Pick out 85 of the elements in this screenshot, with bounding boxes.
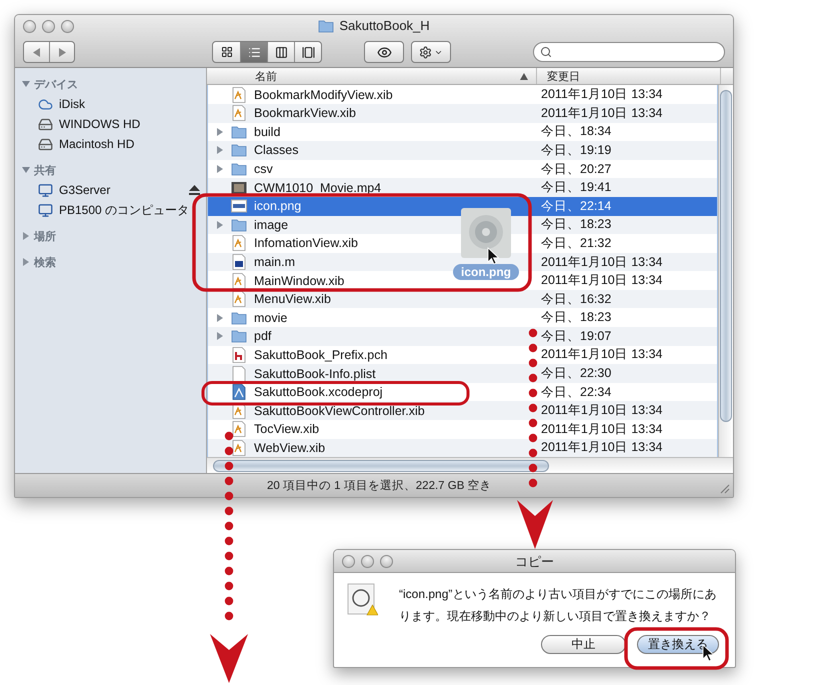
image-icon <box>231 199 247 214</box>
document-icon <box>232 86 246 103</box>
sidebar-item[interactable]: PB1500 のコンピュータ <box>15 200 206 220</box>
navigation-control[interactable] <box>23 41 75 63</box>
sidebar-item[interactable]: iDisk <box>15 94 206 114</box>
gear-icon <box>419 46 432 58</box>
window-control-button[interactable] <box>342 554 355 568</box>
header-file-icon <box>232 346 246 363</box>
window-control-button[interactable] <box>61 20 74 32</box>
file-row[interactable]: build 今日、18:34 <box>208 122 717 142</box>
drag-label: icon.png <box>453 264 519 280</box>
file-row[interactable]: Classes 今日、19:19 <box>208 141 717 160</box>
dialog-title: コピー <box>515 553 554 571</box>
blank-document-icon <box>232 366 246 382</box>
file-row[interactable]: SakuttoBook_Prefix.pch 2011年1月10日 13:34 <box>208 346 717 364</box>
sidebar-section[interactable]: デバイス <box>15 74 206 94</box>
disclosure-triangle-icon <box>216 314 224 322</box>
cover-flow-icon <box>302 46 314 58</box>
document-icon <box>232 105 246 122</box>
file-row[interactable]: CWM1010_Movie.mp4 今日、19:41 <box>208 178 717 197</box>
file-row[interactable]: SakuttoBook-Info.plist 今日、22:30 <box>208 364 717 383</box>
horizontal-scrollbar[interactable] <box>207 457 733 473</box>
disclosure-triangle-icon <box>22 232 30 240</box>
document-icon <box>232 440 246 456</box>
disclosure-triangle-icon <box>216 332 224 340</box>
sort-arrow-icon <box>520 72 528 80</box>
columns-icon <box>274 46 288 58</box>
forward-arrow-icon <box>58 48 66 56</box>
quick-look-button[interactable] <box>364 41 404 63</box>
grid-icon <box>220 46 232 58</box>
scroll-thumb[interactable] <box>213 460 549 472</box>
list-icon <box>248 46 260 58</box>
window-control-button[interactable] <box>380 554 393 568</box>
file-row[interactable]: SakuttoBook.xcodeproj 今日、22:34 <box>208 382 717 402</box>
folder-icon <box>231 310 247 325</box>
hard-drive-icon <box>38 116 53 132</box>
vertical-scrollbar[interactable] <box>718 85 733 458</box>
search-icon <box>540 46 552 58</box>
sidebar-item[interactable]: WINDOWS HD <box>15 114 206 134</box>
disclosure-triangle-icon <box>216 128 224 136</box>
film-icon <box>231 180 247 195</box>
dialog-button[interactable]: 中止 <box>541 635 626 654</box>
file-row[interactable]: pdf 今日、19:07 <box>208 327 717 346</box>
sidebar-item[interactable]: Macintosh HD <box>15 134 206 154</box>
view-mode-control[interactable] <box>212 41 322 63</box>
action-menu-button[interactable] <box>411 41 451 63</box>
monitor-icon <box>38 202 53 218</box>
eject-icon <box>189 185 200 195</box>
warning-file-icon <box>347 583 378 617</box>
folder-icon <box>318 18 334 32</box>
column-header[interactable]: 名前 <box>207 68 537 84</box>
file-row[interactable]: icon.png 今日、22:14 <box>208 196 717 216</box>
disclosure-triangle-icon <box>22 80 30 88</box>
file-row[interactable]: SakuttoBookViewController.xib 2011年1月10日 13:34 <box>208 401 717 420</box>
disclosure-triangle-icon <box>22 166 30 174</box>
document-icon <box>232 272 246 289</box>
mouse-cursor-icon <box>488 247 500 265</box>
project-icon <box>232 384 246 400</box>
document-icon <box>232 421 246 438</box>
disclosure-triangle-icon <box>216 146 224 154</box>
disclosure-triangle-icon <box>22 258 30 266</box>
column-header[interactable]: 変更日 <box>537 68 721 84</box>
hard-drive-icon <box>38 136 53 152</box>
monitor-icon <box>38 182 53 198</box>
disclosure-triangle-icon <box>216 220 224 229</box>
sidebar-section[interactable]: 検索 <box>15 252 206 272</box>
status-text: 20 項目中の 1 項目を選択、222.7 GB 空き <box>267 478 492 493</box>
sidebar-section[interactable]: 共有 <box>15 160 206 180</box>
back-arrow-icon <box>32 48 40 56</box>
sidebar-item[interactable]: G3Server <box>15 180 206 200</box>
search-field[interactable] <box>533 42 725 62</box>
window-control-button[interactable] <box>42 20 55 32</box>
eye-icon <box>376 44 392 60</box>
file-row[interactable]: csv 今日、20:27 <box>208 160 717 178</box>
dialog-message: “icon.png”という名前のより古い項目がすでにこの場所にあります。現在移動中のより新しい項目で置き換えますか？ <box>399 586 718 625</box>
scroll-thumb[interactable] <box>720 90 732 422</box>
sidebar-section[interactable]: 場所 <box>15 226 206 246</box>
file-row[interactable]: WebView.xib 2011年1月10日 13:34 <box>208 438 717 458</box>
disclosure-triangle-icon <box>216 165 224 174</box>
window-control-button[interactable] <box>361 554 374 568</box>
file-row[interactable]: BookmarkView.xib 2011年1月10日 13:34 <box>208 104 717 123</box>
window-control-button[interactable] <box>23 20 36 32</box>
window-title: SakuttoBook_H <box>339 18 430 33</box>
document-icon <box>232 291 246 308</box>
resize-grip-icon <box>720 484 730 494</box>
